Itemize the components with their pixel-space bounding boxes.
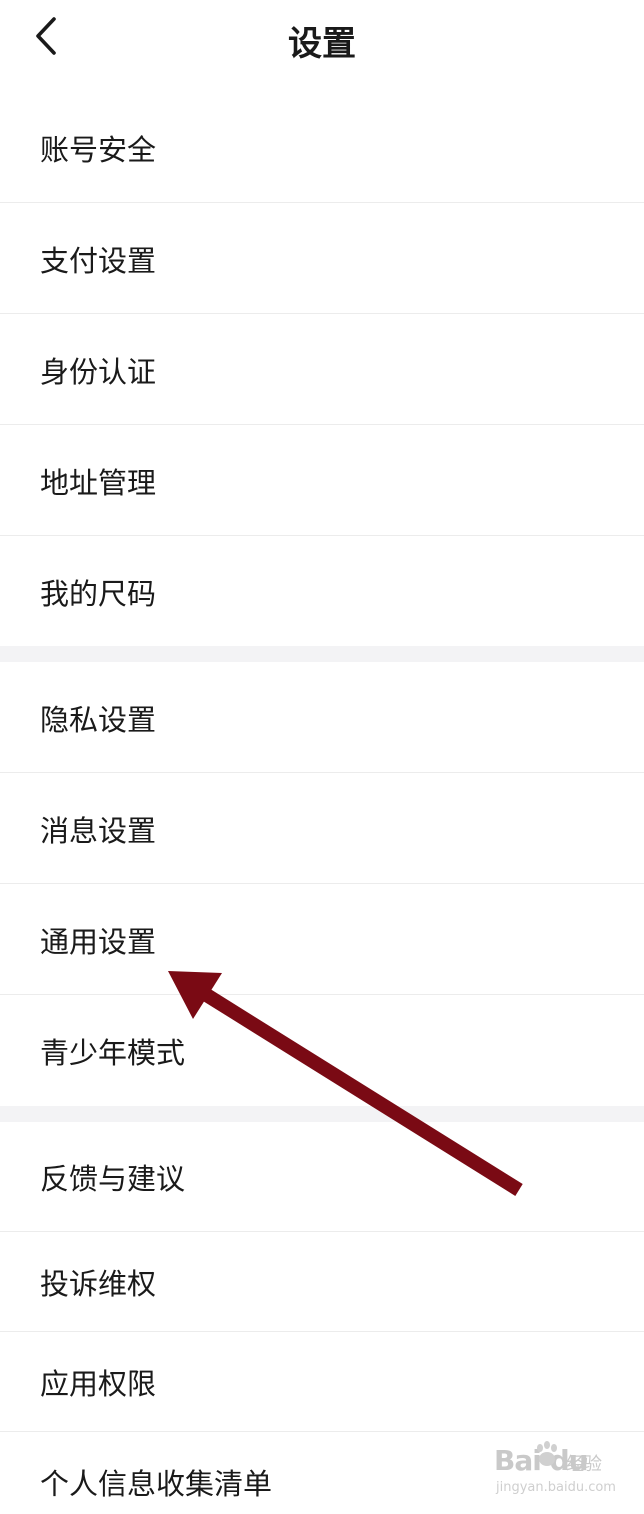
settings-item-general-settings[interactable]: 通用设置 (0, 884, 644, 995)
paw-icon (537, 1441, 557, 1466)
settings-item-identity-verification[interactable]: 身份认证 (0, 314, 644, 425)
settings-item-my-sizes[interactable]: 我的尺码 (0, 536, 644, 647)
settings-group-preferences: 隐私设置 消息设置 通用设置 青少年模式 (0, 662, 644, 1106)
settings-item-feedback[interactable]: 反馈与建议 (0, 1122, 644, 1232)
settings-item-address-management[interactable]: 地址管理 (0, 425, 644, 536)
settings-item-label: 隐私设置 (40, 702, 157, 737)
settings-item-account-security[interactable]: 账号安全 (0, 92, 644, 203)
settings-item-payment-settings[interactable]: 支付设置 (0, 203, 644, 314)
settings-item-label: 地址管理 (40, 465, 157, 500)
nav-bar: 设置 (0, 0, 644, 80)
settings-item-label: 支付设置 (40, 243, 157, 278)
page-title: 设置 (288, 24, 356, 64)
section-divider (0, 1106, 644, 1122)
settings-item-label: 投诉维权 (40, 1267, 157, 1301)
settings-item-label: 通用设置 (40, 924, 157, 959)
settings-item-label: 账号安全 (40, 132, 157, 167)
settings-item-label: 消息设置 (40, 813, 157, 848)
settings-item-label: 个人信息收集清单 (40, 1467, 273, 1501)
settings-item-label: 我的尺码 (40, 576, 157, 611)
settings-item-label: 应用权限 (40, 1367, 157, 1401)
settings-item-label: 反馈与建议 (40, 1162, 186, 1196)
settings-item-complaints[interactable]: 投诉维权 (0, 1232, 644, 1332)
watermark-subtitle: 经验 (566, 1454, 602, 1475)
settings-item-teen-mode[interactable]: 青少年模式 (0, 995, 644, 1106)
settings-item-privacy-settings[interactable]: 隐私设置 (0, 662, 644, 773)
settings-item-label: 青少年模式 (40, 1035, 186, 1070)
settings-item-app-permissions[interactable]: 应用权限 (0, 1332, 644, 1432)
settings-item-label: 身份认证 (40, 354, 157, 389)
section-divider (0, 646, 644, 662)
watermark-url: jingyan.baidu.com (496, 1480, 616, 1495)
settings-group-account: 账号安全 支付设置 身份认证 地址管理 我的尺码 (0, 92, 644, 647)
settings-item-message-settings[interactable]: 消息设置 (0, 773, 644, 884)
baidu-jingyan-watermark: Bai du 经验 jingyan.baidu.com (494, 1440, 624, 1502)
